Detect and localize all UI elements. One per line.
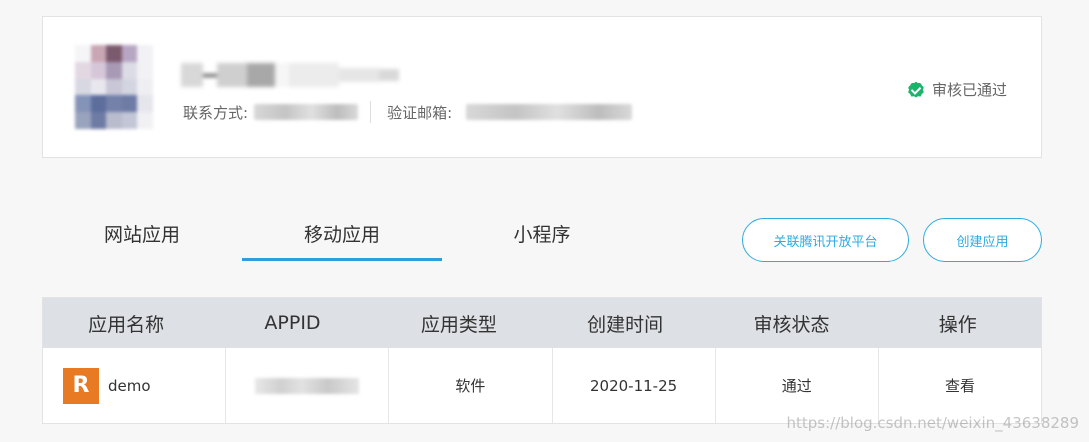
create-app-button[interactable]: 创建应用	[923, 218, 1042, 262]
appid-redacted	[255, 377, 360, 394]
email-value-redacted	[466, 104, 633, 120]
view-app-link[interactable]: 查看	[879, 348, 1041, 423]
apps-table: 应用名称 APPID 应用类型 创建时间 审核状态 操作 R demo 软件 2…	[42, 297, 1042, 424]
tab-mobile-apps[interactable]: 移动应用	[242, 210, 442, 260]
column-header-created: 创建时间	[587, 313, 664, 336]
active-tab-underline	[242, 258, 442, 261]
column-header-actions: 操作	[938, 313, 977, 336]
tab-mini-programs[interactable]: 小程序	[442, 210, 642, 260]
review-status-text: 审核已通过	[931, 81, 1007, 99]
developer-profile-card: 联系方式: 验证邮箱: 审核已通过	[42, 16, 1042, 158]
column-header-review-status: 审核状态	[753, 313, 830, 336]
column-header-app-name: 应用名称	[88, 313, 165, 336]
column-header-app-type: 应用类型	[420, 313, 497, 336]
meta-divider	[370, 101, 372, 123]
developer-name-redacted	[181, 61, 399, 89]
review-status-cell: 通过	[716, 348, 879, 423]
app-type-cell: 软件	[389, 348, 553, 423]
app-logo-icon: R	[63, 367, 99, 404]
app-name-cell: R demo	[43, 348, 227, 423]
contact-label: 联系方式:	[183, 103, 249, 122]
table-row: R demo 软件 2020-11-25 通过 查看	[43, 348, 1041, 423]
app-name: demo	[108, 376, 151, 395]
created-date-cell: 2020-11-25	[553, 348, 716, 423]
column-header-appid: APPID	[264, 312, 321, 334]
email-label: 验证邮箱:	[387, 103, 453, 122]
tab-website-apps[interactable]: 网站应用	[42, 210, 242, 260]
avatar	[75, 45, 153, 129]
profile-meta: 联系方式: 验证邮箱:	[183, 101, 633, 123]
contact-value-redacted	[254, 104, 359, 120]
verified-check-icon	[907, 81, 924, 98]
review-status: 审核已通过	[907, 79, 1007, 100]
watermark: https://blog.csdn.net/weixin_43638289	[786, 414, 1079, 432]
appid-cell	[226, 348, 390, 423]
table-header: 应用名称 APPID 应用类型 创建时间 审核状态 操作	[43, 298, 1041, 348]
link-tencent-platform-button[interactable]: 关联腾讯开放平台	[742, 218, 909, 262]
app-type-tabs: 网站应用 移动应用 小程序	[42, 210, 642, 264]
